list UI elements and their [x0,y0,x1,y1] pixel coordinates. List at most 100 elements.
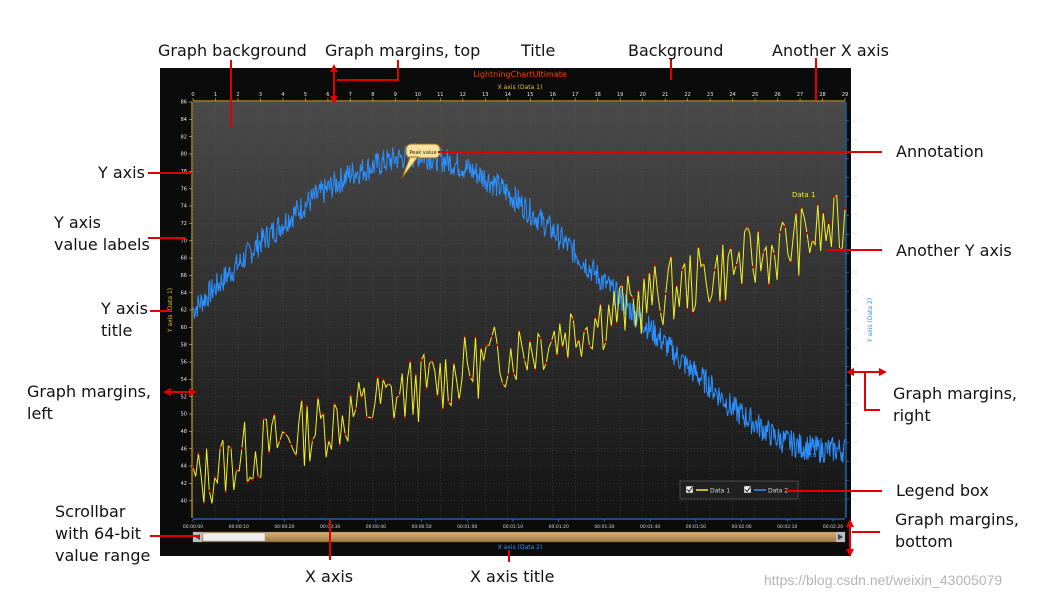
series-point-data1 [621,283,624,287]
callout-x-axis-title: X axis title [470,567,555,586]
right-y-tick-label: 30 [852,383,858,389]
series-point-data1 [664,292,667,295]
top-x-tick-label: 20 [639,92,645,98]
top-x-tick-label: 22 [684,92,690,98]
bottom-x-tick-label: 00:01:00 [457,524,477,530]
top-x-tick-label: 23 [707,92,713,98]
series-point-data1 [610,325,613,328]
series-point-data1 [702,262,705,265]
top-x-tick-label: 2 [236,92,239,98]
top-x-axis-title: X axis (Data 1) [498,84,543,91]
series-point-data1 [289,442,292,446]
series-point-data1 [501,382,504,385]
right-y-tick-label: 40 [852,346,858,352]
bottom-x-tick-label: 00:01:20 [549,524,569,530]
series-point-data1 [680,268,684,272]
series-point-data1 [371,417,374,420]
callout-graph-background: Graph background [158,41,307,60]
top-x-tick-label: 19 [617,92,623,98]
right-y-tick-label: 100 [852,119,862,125]
series-point-data1 [523,358,526,362]
series-point-data1 [360,396,363,399]
top-x-tick-label: 11 [437,92,443,98]
callout-graph-margins-right: Graph margins, right [893,384,1018,425]
left-y-tick-label: 86 [181,100,187,106]
series-point-data1 [414,372,417,376]
left-y-tick-label: 62 [181,308,187,314]
series-point-data1 [485,344,488,347]
right-y-tick-label: 75 [852,213,858,219]
series-point-data1 [599,302,602,305]
legend-label-data2: Data 2 [768,488,788,495]
series-point-data1 [436,394,439,398]
top-x-tick-label: 18 [595,92,601,98]
bottom-x-tick-label: 00:01:40 [640,524,660,530]
left-y-tick-label: 56 [181,360,187,366]
series-point-data1 [631,296,635,299]
chart-title: LightningChartUltimate [473,70,567,79]
top-x-tick-label: 7 [349,92,352,98]
series-point-data1 [452,361,455,365]
series-point-data1 [278,439,282,442]
right-y-tick-label: 20 [852,421,858,427]
bottom-x-tick-label: 00:01:30 [594,524,614,530]
series-point-data1 [729,246,733,250]
bottom-x-axis-title: X axis (Data 2) [498,544,543,551]
series-point-data1 [458,398,461,401]
series-point-data1 [718,301,722,304]
right-y-tick-label: 65 [852,251,858,257]
top-x-tick-label: 8 [371,92,374,98]
series-point-data1 [832,195,836,198]
series-point-data1 [202,502,206,505]
series-point-data1 [545,361,548,365]
series-point-data1 [327,439,330,442]
legend-label-data1: Data 1 [710,488,730,495]
series-point-data1 [284,432,287,435]
series-point-data1 [300,398,303,402]
series-point-data1 [392,417,396,421]
series-point-data1 [262,417,265,420]
scrollbar-track[interactable] [192,531,846,543]
top-x-tick-label: 24 [729,92,735,98]
series-point-data1 [213,475,216,479]
series-point-data1 [805,231,809,235]
series-point-data1 [626,273,629,277]
top-x-tick-label: 0 [191,92,194,98]
series-point-data1 [463,334,466,338]
callout-y-axis-title: Y axis title [101,299,148,340]
right-y-tick-label: 0 [852,497,855,503]
top-x-tick-label: 10 [415,92,421,98]
series-point-data1 [637,288,640,292]
bottom-x-tick-label: 00:00:40 [366,524,386,530]
series-point-data1 [512,372,515,375]
series-point-data1 [675,284,678,287]
bottom-x-tick-label: 00:01:10 [503,524,523,530]
top-x-tick-label: 16 [550,92,556,98]
scrollbar[interactable] [192,531,846,543]
scrollbar-thumb[interactable] [202,532,266,542]
series-point-data1 [669,254,673,258]
left-y-tick-label: 52 [181,394,187,400]
top-x-tick-label: 6 [326,92,329,98]
series-point-data1 [349,393,352,397]
series-point-data1 [843,207,847,210]
left-y-tick-label: 40 [181,498,187,504]
right-y-tick-label: 95 [852,138,858,144]
bottom-x-tick-label: 00:00:10 [229,524,249,530]
top-x-tick-label: 14 [505,92,511,98]
left-y-tick-label: 50 [181,412,187,418]
right-y-tick-label: 5 [852,478,855,484]
series-point-data1 [235,468,238,472]
callout-background: Background [628,41,724,60]
series-point-data1 [354,407,358,410]
series-point-data1 [311,438,314,442]
legend-box: Data 1 Data 2 [679,480,799,500]
series-point-data1 [382,378,385,381]
series-point-data1 [827,221,830,225]
top-x-tick-label: 3 [259,92,262,98]
series-point-data1 [659,310,662,314]
series-point-data1 [583,329,586,332]
series-point-data1 [746,225,749,228]
series-point-data1 [420,359,423,362]
left-y-tick-label: 68 [181,256,187,262]
